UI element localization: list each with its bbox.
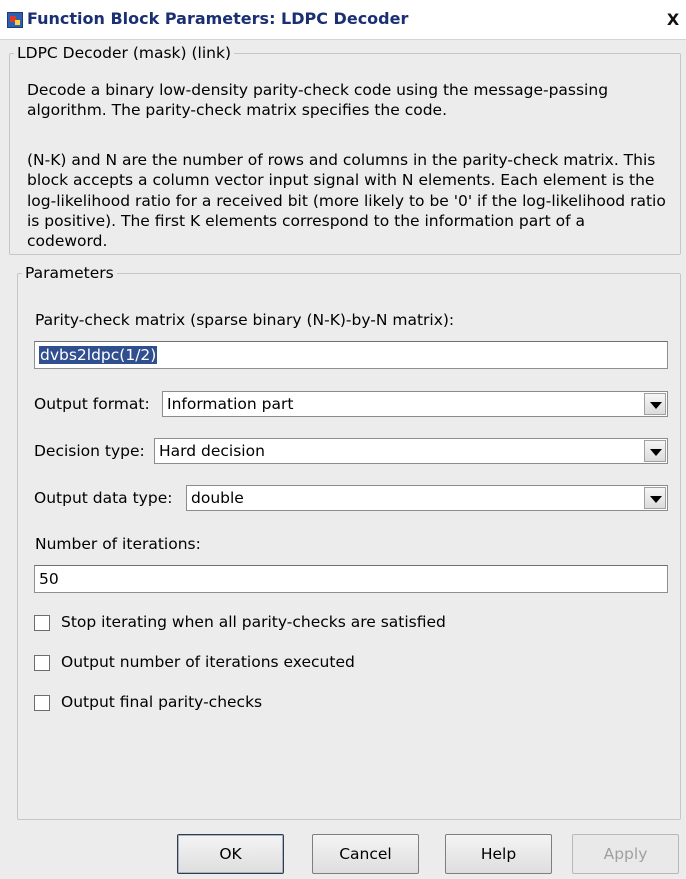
output-iterations-checkbox[interactable] [34,655,50,671]
decision-type-label: Decision type: [34,442,145,460]
stop-iterating-label: Stop iterating when all parity-checks ar… [61,613,446,631]
output-iterations-label: Output number of iterations executed [61,653,355,671]
output-format-value: Information part [167,395,294,413]
stop-iterating-checkbox[interactable] [34,615,50,631]
parameters-legend: Parameters [25,264,114,282]
output-data-type-value: double [191,489,244,507]
mask-group-legend: LDPC Decoder (mask) (link) [17,44,231,62]
chevron-down-icon[interactable] [644,393,666,415]
title-bar: Function Block Parameters: LDPC Decoder … [0,0,686,40]
help-button[interactable]: Help [445,834,552,874]
parity-check-matrix-value: dvbs2ldpc(1/2) [39,346,158,364]
block-description-1: Decode a binary low-density parity-check… [27,81,609,120]
output-format-label: Output format: [34,395,150,413]
decision-type-value: Hard decision [159,442,265,460]
decision-type-select[interactable]: Hard decision [154,438,668,464]
output-data-type-select[interactable]: double [186,485,668,511]
parity-check-matrix-input[interactable]: dvbs2ldpc(1/2) [34,341,668,369]
output-format-select[interactable]: Information part [162,391,668,417]
output-parity-checks-checkbox[interactable] [34,695,50,711]
simulink-block-icon [7,12,23,28]
ok-button[interactable]: OK [177,834,284,874]
iterations-value: 50 [39,570,59,588]
chevron-down-icon[interactable] [644,487,666,509]
output-parity-checks-label: Output final parity-checks [61,693,263,711]
apply-button[interactable]: Apply [572,834,679,874]
cancel-button[interactable]: Cancel [312,834,419,874]
block-description-2: (N-K) and N are the number of rows and c… [27,151,666,251]
parity-check-matrix-label: Parity-check matrix (sparse binary (N-K)… [35,311,455,329]
iterations-label: Number of iterations: [35,535,201,553]
close-icon[interactable]: X [666,12,680,28]
output-data-type-label: Output data type: [34,489,173,507]
window-title: Function Block Parameters: LDPC Decoder [27,9,409,28]
iterations-input[interactable]: 50 [34,565,668,593]
chevron-down-icon[interactable] [644,440,666,462]
